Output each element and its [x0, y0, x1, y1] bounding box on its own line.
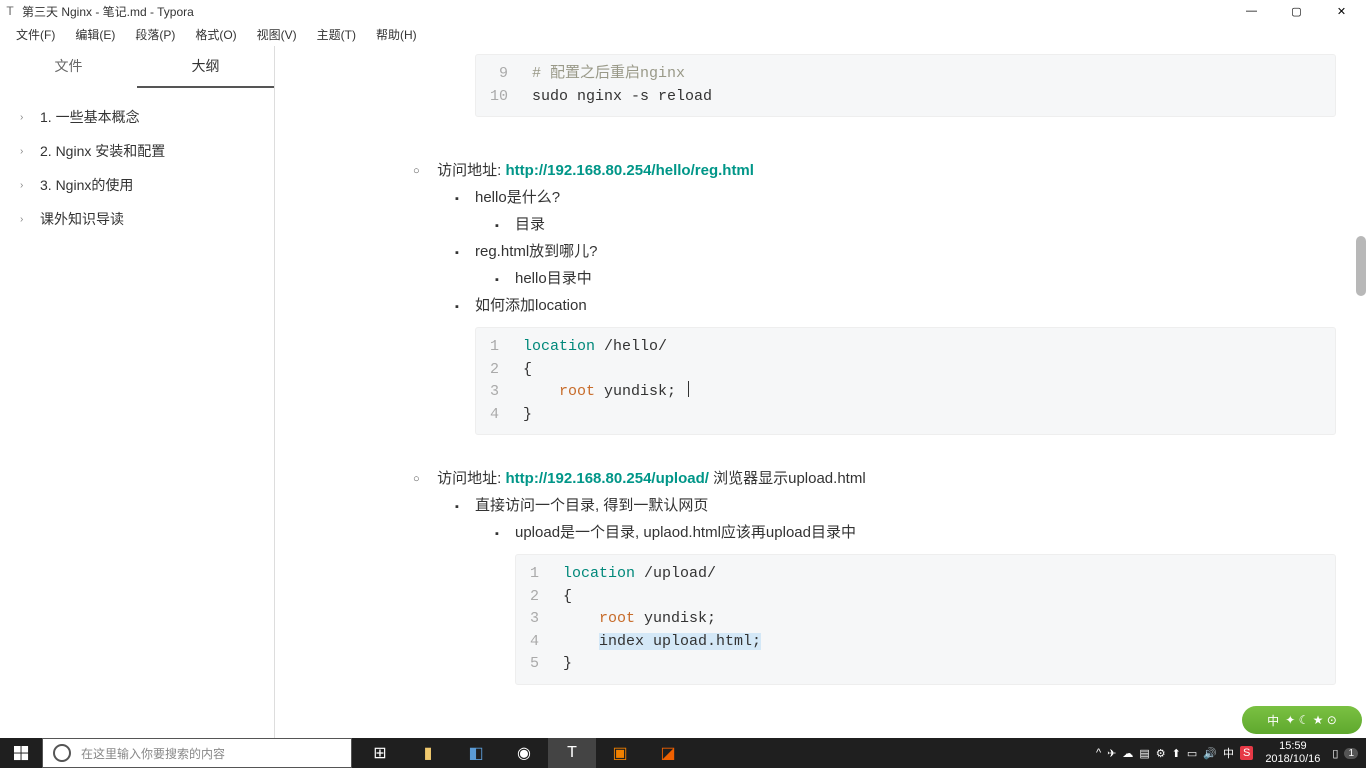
menu-help[interactable]: 帮助(H) [368, 24, 425, 45]
outline-item[interactable]: › 课外知识导读 [8, 202, 266, 236]
tray-notifications-icon[interactable]: ▯ [1332, 747, 1338, 760]
ime-text: 中 [1267, 712, 1279, 729]
chevron-right-icon: › [20, 112, 32, 123]
text: hello是什么? [475, 189, 560, 206]
titlebar: T 第三天 Nginx - 笔记.md - Typora — ▢ ✕ [0, 0, 1366, 22]
text: 浏览器显示upload.html [709, 470, 866, 487]
tray-icon[interactable]: ⚙ [1156, 747, 1166, 760]
menubar: 文件(F) 编辑(E) 段落(P) 格式(O) 视图(V) 主题(T) 帮助(H… [0, 22, 1366, 46]
code-content: location /hello/ { root yundisk; } [513, 328, 699, 434]
taskbar-app[interactable]: ◧ [452, 738, 500, 768]
taskbar-app-foxit[interactable]: ◪ [644, 738, 692, 768]
tray-badge: 1 [1344, 748, 1358, 759]
chevron-right-icon: › [20, 180, 32, 191]
tray-ime-icon[interactable]: 中 [1223, 745, 1234, 761]
text-cursor [688, 381, 689, 397]
list-item[interactable]: 如何添加location 1234 location /hello/ { roo… [475, 292, 1336, 435]
outline-label: 3. Nginx的使用 [40, 175, 133, 195]
code-gutter: 12345 [516, 555, 553, 684]
chevron-right-icon: › [20, 146, 32, 157]
window-title: 第三天 Nginx - 笔记.md - Typora [22, 3, 1229, 20]
tray-chevron-icon[interactable]: ^ [1096, 747, 1101, 759]
taskbar-search[interactable]: 在这里输入你要搜索的内容 [42, 738, 352, 768]
text: 目录 [515, 216, 545, 233]
menu-theme[interactable]: 主题(T) [309, 24, 364, 45]
cortana-icon [53, 744, 71, 762]
taskbar-app-typora[interactable]: T [548, 738, 596, 768]
list-item[interactable]: reg.html放到哪儿? hello目录中 [475, 238, 1336, 292]
tray-icon[interactable]: ▤ [1139, 747, 1149, 760]
minimize-button[interactable]: — [1229, 0, 1274, 22]
text: hello目录中 [515, 270, 592, 287]
code-gutter: 1234 [476, 328, 513, 434]
menu-edit[interactable]: 编辑(E) [67, 24, 123, 45]
ime-float-widget[interactable]: 中 ✦ ☾ ★ ⊙ [1242, 706, 1362, 734]
url-link[interactable]: http://192.168.80.254/hello/reg.html [506, 162, 754, 179]
tray-icon[interactable]: ☁ [1122, 747, 1133, 760]
taskbar-app-explorer[interactable]: ▮ [404, 738, 452, 768]
tab-files[interactable]: 文件 [0, 46, 137, 88]
list-item[interactable]: 访问地址: http://192.168.80.254/hello/reg.ht… [435, 157, 1336, 435]
close-button[interactable]: ✕ [1319, 0, 1364, 22]
text: 直接访问一个目录, 得到一默认网页 [475, 497, 708, 514]
outline-item[interactable]: › 1. 一些基本概念 [8, 100, 266, 134]
text: reg.html放到哪儿? [475, 243, 598, 260]
tray-time: 15:59 [1265, 740, 1320, 753]
tray-volume-icon[interactable]: 🔊 [1203, 747, 1217, 760]
text: upload是一个目录, uplaod.html应该再upload目录中 [515, 524, 856, 541]
tray-date: 2018/10/16 [1265, 753, 1320, 766]
list-item[interactable]: 目录 [515, 211, 1336, 238]
outline-item[interactable]: › 2. Nginx 安装和配置 [8, 134, 266, 168]
outline-label: 2. Nginx 安装和配置 [40, 141, 165, 161]
outline-panel: ›1. 一些基本概念 ›2. Nginx 安装和配置 ›3. Nginx的使用 … [0, 88, 274, 248]
system-tray: ^ ✈ ☁ ▤ ⚙ ⬆ ▭ 🔊 中 S 15:59 2018/10/16 ▯ 1 [1088, 740, 1366, 766]
tray-clock[interactable]: 15:59 2018/10/16 [1259, 740, 1326, 766]
menu-paragraph[interactable]: 段落(P) [127, 24, 183, 45]
code-block[interactable]: 12345 location /upload/ { root yundisk; … [515, 554, 1336, 685]
editor-content[interactable]: 910 # 配置之后重启nginx sudo nginx -s reload 访… [275, 46, 1366, 738]
code-content: location /upload/ { root yundisk; index … [553, 555, 771, 684]
sidebar: 文件 大纲 › 1. 一些基本概念 › 2. Nginx 安装和配置 › 3. Ngi… [0, 46, 275, 738]
search-placeholder: 在这里输入你要搜索的内容 [81, 745, 225, 762]
tray-icon[interactable]: ⬆ [1172, 747, 1181, 760]
url-link[interactable]: http://192.168.80.254/upload/ [506, 470, 709, 487]
menu-file[interactable]: 文件(F) [8, 24, 63, 45]
list-item[interactable]: upload是一个目录, uplaod.html应该再upload目录中 123… [515, 519, 1336, 685]
maximize-button[interactable]: ▢ [1274, 0, 1319, 22]
text-label: 访问地址: [437, 162, 505, 179]
tray-sogou-icon[interactable]: S [1240, 746, 1253, 760]
app-icon: T [2, 3, 18, 19]
tab-outline[interactable]: 大纲 [137, 46, 274, 88]
windows-icon [14, 746, 29, 761]
task-view-icon[interactable]: ⊞ [356, 738, 404, 768]
start-button[interactable] [0, 738, 42, 768]
menu-view[interactable]: 视图(V) [249, 24, 305, 45]
code-content: # 配置之后重启nginx sudo nginx -s reload [522, 55, 722, 116]
code-block[interactable]: 910 # 配置之后重启nginx sudo nginx -s reload [475, 54, 1336, 117]
taskbar: 在这里输入你要搜索的内容 ⊞ ▮ ◧ ◉ T ▣ ◪ ^ ✈ ☁ ▤ ⚙ ⬆ ▭… [0, 738, 1366, 768]
list-item[interactable]: 直接访问一个目录, 得到一默认网页 upload是一个目录, uplaod.ht… [475, 492, 1336, 685]
tray-icon[interactable]: ✈ [1107, 747, 1116, 760]
menu-format[interactable]: 格式(O) [187, 24, 244, 45]
text: 如何添加location [475, 297, 587, 314]
outline-label: 1. 一些基本概念 [40, 107, 140, 127]
taskbar-app-chrome[interactable]: ◉ [500, 738, 548, 768]
text-label: 访问地址: [437, 470, 505, 487]
list-item[interactable]: 访问地址: http://192.168.80.254/upload/ 浏览器显… [435, 465, 1336, 685]
tray-battery-icon[interactable]: ▭ [1187, 747, 1197, 760]
taskbar-app-vm[interactable]: ▣ [596, 738, 644, 768]
outline-label: 课外知识导读 [40, 209, 124, 229]
scrollbar-thumb[interactable] [1356, 236, 1366, 296]
code-block[interactable]: 1234 location /hello/ { root yundisk; } [475, 327, 1336, 435]
code-gutter: 910 [476, 55, 522, 116]
list-item[interactable]: hello目录中 [515, 265, 1336, 292]
ime-icons: ✦ ☾ ★ ⊙ [1285, 713, 1337, 727]
chevron-right-icon: › [20, 214, 32, 225]
list-item[interactable]: hello是什么? 目录 [475, 184, 1336, 238]
outline-item[interactable]: › 3. Nginx的使用 [8, 168, 266, 202]
